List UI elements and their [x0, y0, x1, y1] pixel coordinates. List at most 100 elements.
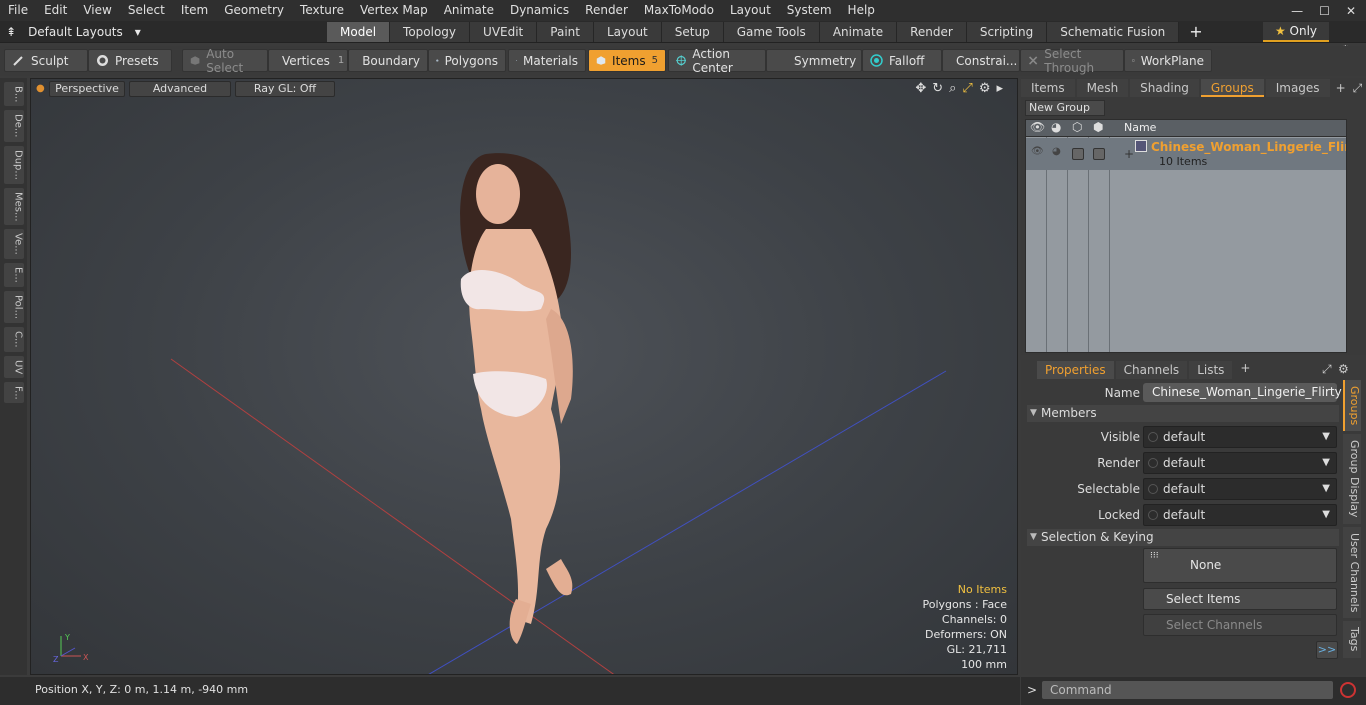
rotate-view-icon[interactable]: ↻	[932, 81, 943, 96]
tab-mesh[interactable]: Mesh ...	[1076, 79, 1129, 113]
menu-view[interactable]: View	[75, 0, 119, 21]
close-button[interactable]: ✕	[1346, 4, 1356, 18]
left-tab-basic[interactable]: B...	[3, 82, 24, 107]
select-channels-button[interactable]: Select Channels	[1143, 614, 1337, 636]
tab-animate[interactable]: Animate	[819, 22, 898, 42]
visible-dropdown[interactable]: default ▼	[1143, 426, 1337, 448]
menu-geometry[interactable]: Geometry	[216, 0, 292, 21]
visibility-eye-icon[interactable]: 👁	[1030, 120, 1045, 134]
add-panel-tab-icon[interactable]: +	[1332, 81, 1350, 95]
select-items-button[interactable]: Select Items	[1143, 588, 1337, 610]
expand-plus-icon[interactable]: +	[1124, 147, 1134, 161]
left-tab-edge[interactable]: E...	[3, 263, 24, 287]
menu-system[interactable]: System	[779, 0, 840, 21]
boundary-button[interactable]: Boundary	[348, 49, 428, 72]
tab-shading[interactable]: Shading	[1130, 79, 1199, 97]
sculpt-button[interactable]: Sculpt	[4, 49, 88, 72]
record-icon[interactable]	[1340, 682, 1356, 698]
members-section[interactable]: Members	[1027, 405, 1339, 422]
left-tab-vertex[interactable]: Ve...	[3, 229, 24, 260]
left-tab-fusion[interactable]: F...	[3, 381, 24, 404]
group-name[interactable]: Chinese_Woman_Lingerie_Flirty...	[1151, 140, 1346, 154]
tab-model[interactable]: Model	[327, 22, 391, 42]
menu-layout[interactable]: Layout	[722, 0, 779, 21]
3d-viewport[interactable]: ● Perspective Advanced Ray GL: Off ✥ ↻ ⌕…	[30, 78, 1018, 675]
tab-topology[interactable]: Topology	[390, 22, 471, 42]
zoom-view-icon[interactable]: ⌕	[949, 81, 956, 96]
add-tab-icon[interactable]: +	[1179, 22, 1212, 42]
row-visibility-icon[interactable]: 👁	[1031, 146, 1044, 157]
tab-scripting[interactable]: Scripting	[966, 22, 1048, 42]
group-name-field[interactable]: Chinese_Woman_Lingerie_Flirty (3)	[1143, 383, 1342, 418]
locked-dropdown[interactable]: default ▼	[1143, 504, 1337, 526]
left-tab-duplicate[interactable]: Dup...	[3, 145, 24, 184]
menu-select[interactable]: Select	[120, 0, 173, 21]
name-column-header[interactable]: Name	[1124, 121, 1156, 134]
tab-render[interactable]: Render	[897, 22, 967, 42]
more-button[interactable]: >>	[1316, 641, 1338, 659]
menu-edit[interactable]: Edit	[36, 0, 75, 21]
tab-lists[interactable]: Lists	[1189, 361, 1233, 379]
properties-menu-icon[interactable]	[1021, 361, 1037, 379]
row-lock-checkbox[interactable]	[1093, 148, 1105, 160]
raygl-button[interactable]: Ray GL: Off	[235, 81, 335, 97]
tab-groups[interactable]: Groups	[1200, 79, 1264, 97]
viewport-menu-icon[interactable]: ●	[36, 83, 45, 94]
tab-uvedit[interactable]: UVEdit	[470, 22, 538, 42]
minimize-button[interactable]: —	[1291, 4, 1303, 18]
menu-render[interactable]: Render	[577, 0, 636, 21]
lock-cube-icon[interactable]: ⬢	[1093, 120, 1103, 134]
vtab-groups[interactable]: Groups	[1343, 380, 1361, 432]
vertices-button[interactable]: Vertices 1	[268, 49, 348, 72]
maximize-button[interactable]: ☐	[1319, 4, 1330, 18]
menu-file[interactable]: File	[0, 0, 36, 21]
advanced-button[interactable]: Advanced	[129, 81, 231, 97]
left-tab-mesh[interactable]: Mes...	[3, 187, 24, 226]
vtab-user-channels[interactable]: User Channels	[1343, 526, 1361, 619]
add-properties-tab-icon[interactable]: +	[1234, 361, 1256, 379]
tab-properties[interactable]: Properties	[1037, 361, 1114, 379]
tab-setup[interactable]: Setup	[661, 22, 724, 42]
command-input[interactable]: Command	[1042, 681, 1333, 699]
tab-schematic-fusion[interactable]: Schematic Fusion	[1047, 22, 1180, 42]
tab-paint[interactable]: Paint	[537, 22, 594, 42]
tab-channels[interactable]: Channels	[1115, 361, 1188, 379]
row-render-icon[interactable]: ◕	[1052, 146, 1061, 157]
expand-panel-icon[interactable]: ⤢	[1350, 81, 1366, 96]
falloff-button[interactable]: Falloff	[862, 49, 942, 72]
items-button[interactable]: Items 5	[588, 49, 666, 72]
select-cube-icon[interactable]: ⬡	[1072, 120, 1082, 134]
keying-none-button[interactable]: ⁝⁝⁝ None	[1143, 548, 1337, 583]
layout-selector[interactable]: ⇞ Default Layouts ▾	[6, 21, 141, 43]
tab-items[interactable]: Items	[1021, 79, 1075, 97]
row-select-checkbox[interactable]	[1072, 148, 1084, 160]
menu-maxtomodo[interactable]: MaxToModo	[636, 0, 722, 21]
polygons-button[interactable]: Polygons	[428, 49, 506, 72]
left-tab-uv[interactable]: UV	[3, 355, 24, 378]
menu-texture[interactable]: Texture	[292, 0, 352, 21]
selectable-dropdown[interactable]: default ▼	[1143, 478, 1337, 500]
maximize-view-icon[interactable]: ⤢	[962, 81, 972, 96]
left-tab-curve[interactable]: C...	[3, 326, 24, 352]
tab-game-tools[interactable]: Game Tools	[723, 22, 820, 42]
only-button[interactable]: ★ Only	[1263, 22, 1329, 42]
symmetry-button[interactable]: Symmetry	[766, 49, 862, 72]
perspective-button[interactable]: Perspective	[49, 81, 125, 97]
viewport-arrow-icon[interactable]: ▸	[996, 81, 1003, 96]
menu-animate[interactable]: Animate	[436, 0, 502, 21]
menu-dynamics[interactable]: Dynamics	[502, 0, 577, 21]
vtab-group-display[interactable]: Group Display	[1343, 434, 1361, 524]
auto-select-button[interactable]: Auto Select	[182, 47, 268, 75]
presets-button[interactable]: Presets	[88, 49, 172, 72]
move-view-icon[interactable]: ✥	[915, 81, 926, 96]
properties-gear-icon[interactable]: ⚙	[1338, 362, 1349, 376]
menu-help[interactable]: Help	[840, 0, 883, 21]
menu-item[interactable]: Item	[173, 0, 216, 21]
action-center-button[interactable]: Action Center	[668, 47, 766, 75]
render-dropdown[interactable]: default ▼	[1143, 452, 1337, 474]
constraints-button[interactable]: Constrai...	[942, 49, 1020, 72]
left-tab-deform[interactable]: De...	[3, 110, 24, 142]
workplane-button[interactable]: WorkPlane	[1124, 49, 1212, 72]
tab-images[interactable]: Images	[1265, 79, 1330, 97]
expand-properties-icon[interactable]: ⤢	[1322, 362, 1332, 377]
